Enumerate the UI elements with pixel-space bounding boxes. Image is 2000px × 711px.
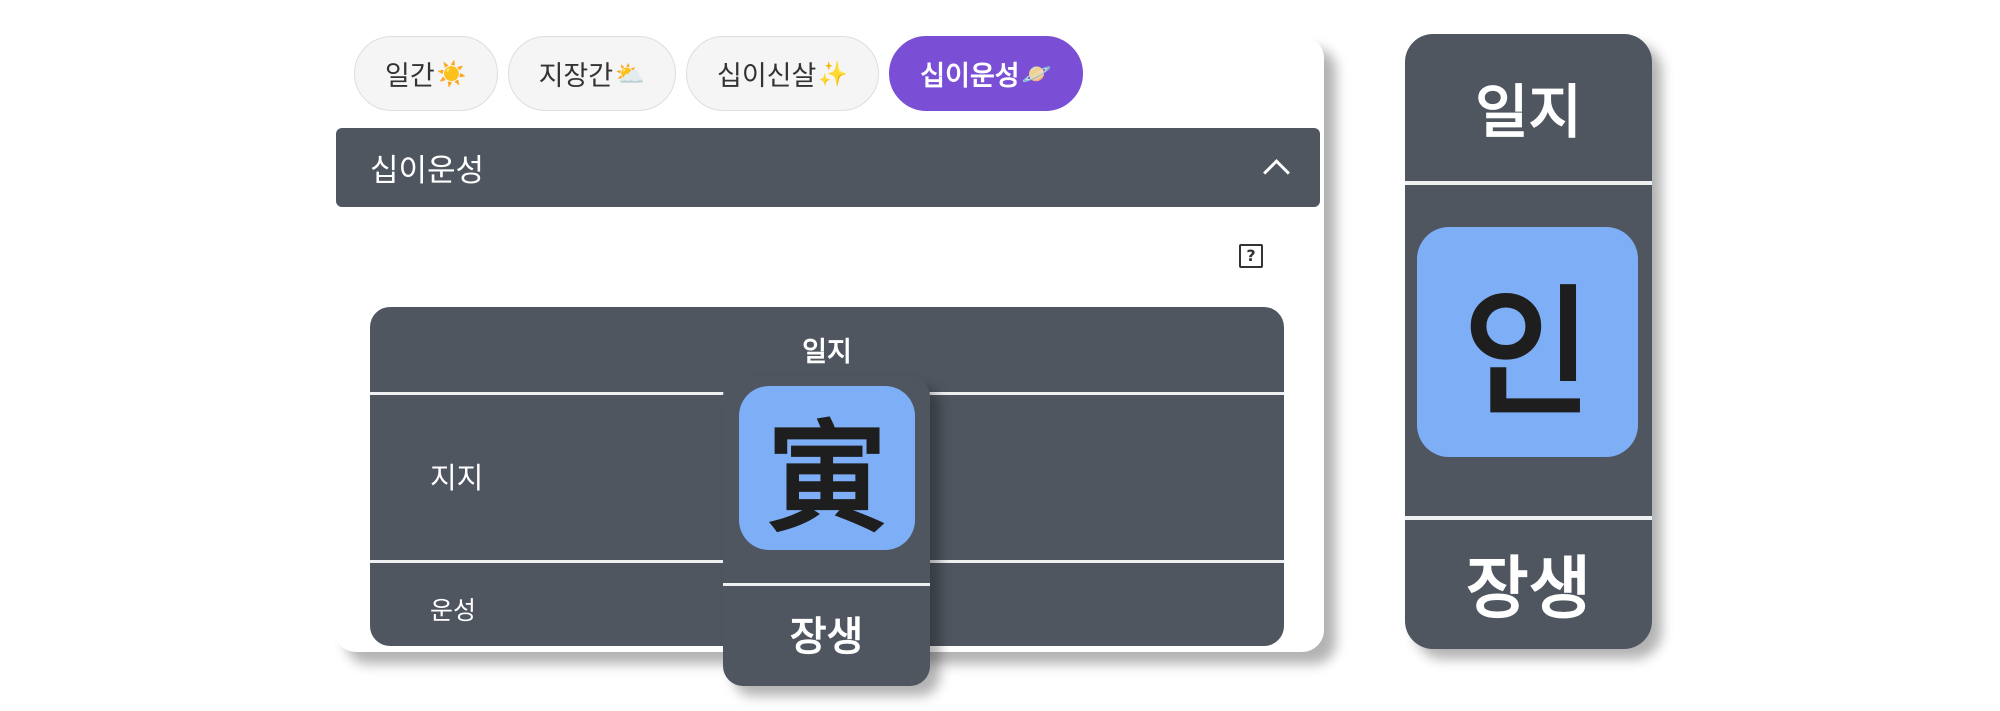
chevron-up-icon[interactable] [1263,159,1290,186]
help-icon[interactable]: ? [1239,244,1263,268]
divider [723,583,930,586]
detail-title: 일지 [1475,77,1582,146]
row-label-jiji: 지지 [430,461,484,495]
divider [1405,181,1652,185]
sun-icon: ☀️ [436,59,467,88]
tab-label: 십이신살 [717,61,817,92]
tab-sibiunseong[interactable]: 십이운성 🪐 [889,36,1083,111]
section-title: 십이운성 [370,153,485,189]
detail-value: 장생 [1465,550,1592,629]
tab-label: 일간 [385,61,435,92]
tab-ilgan[interactable]: 일간 ☀️ [354,36,498,111]
ringed-planet-icon: 🪐 [1021,59,1052,88]
branch-popup[interactable]: 寅 장생 [723,376,930,686]
tab-label: 지장간 [538,61,614,92]
tab-sibisinsal[interactable]: 십이신살 ✨ [686,36,880,111]
row-label-unseong: 운성 [430,596,477,625]
sun-behind-cloud-icon: ⛅ [615,59,645,88]
tab-jijanggan[interactable]: 지장간 ⛅ [507,36,676,111]
tab-bar: 일간 ☀️ 지장간 ⛅ 십이신살 ✨ 십이운성 🪐 [354,36,1083,113]
unseong-value: 장생 [789,614,864,660]
branch-hangul-tile: 인 [1417,227,1638,457]
section-header[interactable]: 십이운성 [336,128,1320,207]
branch-hanja-tile: 寅 [739,386,915,550]
detail-card: 일지 인 장생 [1405,34,1652,649]
sparkles-icon: ✨ [818,59,849,88]
tab-label: 십이운성 [920,61,1020,92]
